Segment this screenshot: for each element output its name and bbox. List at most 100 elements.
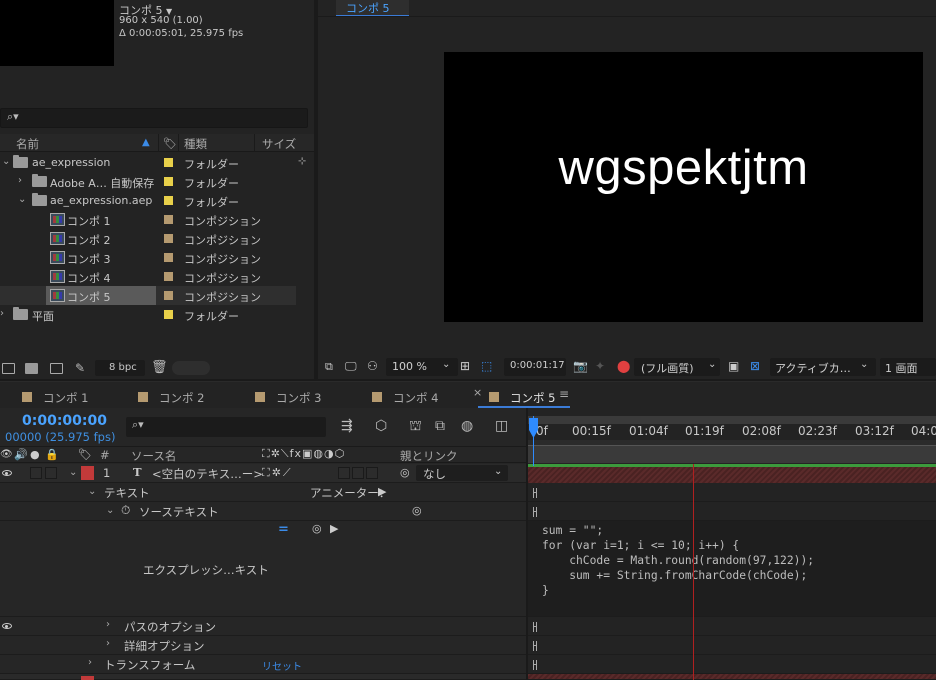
mask-icon[interactable]: ⚇ xyxy=(367,359,378,373)
project-search-input[interactable]: ⌕▾ xyxy=(0,108,308,128)
lock-toggle[interactable] xyxy=(45,467,57,479)
pick-whip-icon[interactable]: ◎ xyxy=(400,466,410,479)
solo-icon[interactable]: ● xyxy=(30,448,40,461)
time-navigator[interactable] xyxy=(528,446,936,463)
project-item-comp-3[interactable]: コンポ 3 コンポジション xyxy=(0,248,296,267)
tab-comp-2[interactable]: コンポ 2 xyxy=(159,390,204,406)
project-item-solids[interactable]: › 平面 フォルダー xyxy=(0,305,296,324)
column-source-name[interactable]: ソース名 xyxy=(131,448,176,464)
keyframe-marker-icon[interactable] xyxy=(533,641,537,651)
column-layer-number[interactable]: # xyxy=(100,448,110,462)
switch-box[interactable] xyxy=(338,467,350,479)
chevron-down-icon[interactable]: ⌄ xyxy=(18,194,26,205)
trash-icon[interactable]: 🗑 xyxy=(151,360,168,375)
frame-blending-icon[interactable]: ⧉ xyxy=(435,418,445,434)
always-preview-icon[interactable]: ⧉ xyxy=(325,360,333,374)
label-color[interactable] xyxy=(164,215,173,224)
work-area-bar[interactable] xyxy=(528,416,936,424)
panel-divider[interactable] xyxy=(0,379,936,381)
switch-box[interactable] xyxy=(352,467,364,479)
interpret-footage-icon[interactable] xyxy=(2,363,15,374)
switches-icons[interactable]: ⛶✲⟍fx▣◍◑⬡ xyxy=(262,447,345,461)
stopwatch-icon[interactable]: ⏱ xyxy=(121,503,130,518)
chevron-right-icon[interactable]: › xyxy=(106,619,110,630)
label-tag-icon[interactable]: 🏷 xyxy=(163,137,177,150)
project-item-comp-2[interactable]: コンポ 2 コンポジション xyxy=(0,229,296,248)
viewer-tab-comp-5[interactable]: コンポ 5 xyxy=(336,0,409,16)
channel-rgb-icon[interactable]: ⬤ xyxy=(617,359,630,373)
project-item-comp-1[interactable]: コンポ 1 コンポジション xyxy=(0,210,296,229)
composition-canvas[interactable]: wgspektjtm xyxy=(444,52,923,322)
layer-name[interactable]: <空白のテキス…ー> xyxy=(152,466,263,482)
property-transform[interactable]: › トランスフォーム リセット xyxy=(0,655,528,674)
property-text[interactable]: ⌄ テキスト アニメーター： ▶ xyxy=(0,483,528,502)
layer-2-duration-bar[interactable] xyxy=(528,674,936,680)
tab-comp-4[interactable]: コンポ 4 xyxy=(393,390,438,406)
column-size[interactable]: サイズ xyxy=(262,136,296,152)
3d-view-icon[interactable]: ⊠ xyxy=(750,359,760,373)
label-color[interactable] xyxy=(164,158,173,167)
video-visibility-icon[interactable]: 👁 xyxy=(0,449,13,460)
thumbnail-zoom-slider[interactable] xyxy=(172,361,210,375)
project-item-comp-4[interactable]: コンポ 4 コンポジション xyxy=(0,267,296,286)
property-source-text[interactable]: ⌄ ⏱ ソーステキスト ◎ xyxy=(0,502,528,521)
project-item-ae-expression-aep[interactable]: ⌄ ae_expression.aep フォルダー xyxy=(0,191,296,210)
chevron-right-icon[interactable]: › xyxy=(18,175,22,186)
comp-mini-flowchart-icon[interactable]: ⇶ xyxy=(341,418,353,434)
switch-box[interactable] xyxy=(366,467,378,479)
canvas-text-layer[interactable]: wgspektjtm xyxy=(444,140,923,196)
current-time-display[interactable]: 0:00:00:00 xyxy=(22,413,107,429)
chevron-down-icon[interactable]: ⌄ xyxy=(2,156,10,167)
keyframe-marker-icon[interactable] xyxy=(533,660,537,670)
label-color[interactable] xyxy=(164,291,173,300)
label-color[interactable] xyxy=(164,177,173,186)
layer-row-2[interactable] xyxy=(0,674,528,680)
region-of-interest-icon[interactable]: ⬚ xyxy=(481,359,492,373)
adjust-icon[interactable]: ✎ xyxy=(75,361,85,375)
draft-3d-icon[interactable]: ⬡ xyxy=(375,418,387,434)
resolution-grid-icon[interactable]: ⊞ xyxy=(460,359,470,373)
close-tab-icon[interactable]: × xyxy=(473,386,482,399)
chevron-right-icon[interactable]: › xyxy=(106,638,110,649)
label-color[interactable] xyxy=(164,253,173,262)
audio-icon[interactable]: 🔊 xyxy=(14,448,28,461)
label-color[interactable] xyxy=(164,234,173,243)
project-item-adobe-autosave[interactable]: › Adobe A… 自動保存 フォルダー xyxy=(0,172,296,191)
property-path-options[interactable]: › パスのオプション xyxy=(0,617,528,636)
tab-comp-1[interactable]: コンポ 1 xyxy=(43,390,88,406)
sort-ascending-icon[interactable]: ▲ xyxy=(142,137,150,148)
new-folder-icon[interactable] xyxy=(25,363,38,374)
layer-label-color[interactable] xyxy=(81,466,94,480)
project-item-ae-expression[interactable]: ⌄ ae_expression フォルダー ⊹ xyxy=(0,153,306,172)
shy-layers-icon[interactable]: ⛫ xyxy=(409,418,422,436)
layer-switches[interactable]: ⛶✲⟋ xyxy=(262,466,293,480)
label-color[interactable] xyxy=(164,272,173,281)
tab-comp-5[interactable]: コンポ 5 xyxy=(510,390,555,406)
column-parent-link[interactable]: 親とリンク xyxy=(400,448,458,464)
column-type[interactable]: 種類 xyxy=(184,136,207,152)
keyframe-marker-icon[interactable] xyxy=(533,622,537,632)
eye-icon[interactable] xyxy=(2,623,12,629)
chevron-right-icon[interactable]: › xyxy=(88,657,92,668)
camera-snapshot-icon[interactable]: 📷 xyxy=(573,359,588,373)
new-composition-icon[interactable] xyxy=(50,363,63,374)
transparency-grid-icon[interactable]: ▣ xyxy=(728,359,739,373)
monitor-icon[interactable]: 🖵 xyxy=(345,359,357,374)
eye-icon[interactable] xyxy=(2,470,12,476)
expression-language-menu-icon[interactable]: ▶ xyxy=(330,522,338,535)
flowchart-icon[interactable]: ⊹ xyxy=(298,156,306,167)
lock-icon[interactable]: 🔒 xyxy=(45,448,59,461)
motion-blur-icon[interactable]: ◍ xyxy=(461,418,473,434)
chevron-down-icon[interactable]: ⌄ xyxy=(106,505,114,516)
layer-1-duration-bar[interactable] xyxy=(528,464,936,483)
graph-editor-icon[interactable]: ◫ xyxy=(495,418,508,434)
property-more-options[interactable]: › 詳細オプション xyxy=(0,636,528,655)
panel-menu-icon[interactable]: ≡ xyxy=(559,387,569,401)
keyframe-marker-icon[interactable] xyxy=(533,507,537,517)
expression-enable-icon[interactable]: = xyxy=(278,522,289,537)
layer-row-1[interactable]: ⌄ 1 T <空白のテキス…ー> ⛶✲⟋ ◎ なし ⌄ xyxy=(0,464,528,483)
reset-link[interactable]: リセット xyxy=(262,658,302,673)
keyframe-marker-icon[interactable] xyxy=(533,488,537,498)
project-item-comp-5[interactable]: コンポ 5 コンポジション xyxy=(0,286,296,305)
timeline-search-input[interactable]: ⌕▾ xyxy=(126,417,326,437)
